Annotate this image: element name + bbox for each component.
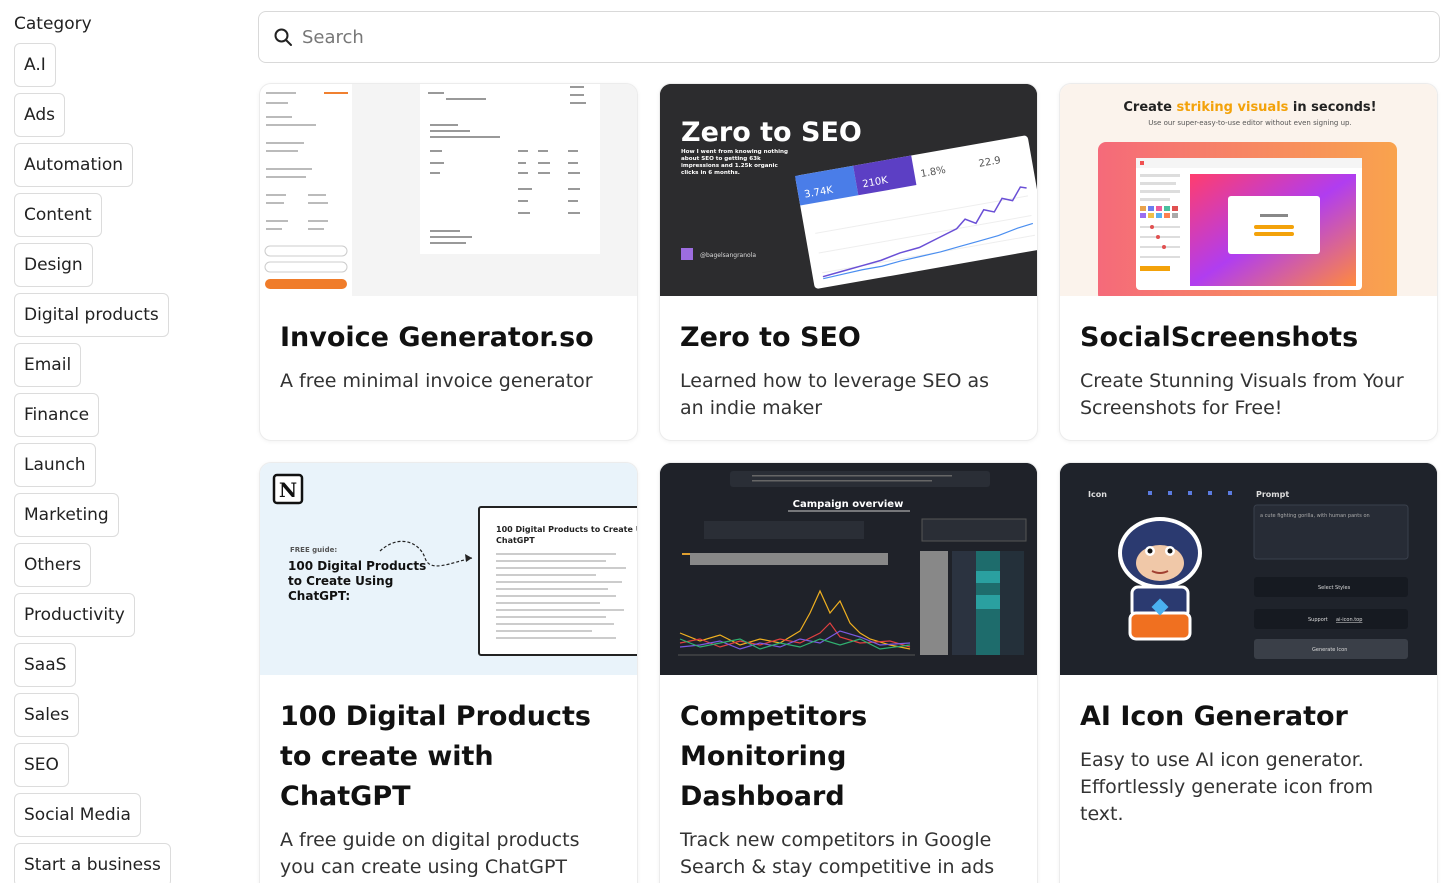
card-title: Competitors Monitoring Dashboard [680,701,868,812]
card-ai-icon-generator[interactable]: Icon Prompt a cute fighting gorilla, wit… [1059,462,1438,883]
svg-text:100 Digital Products: 100 Digital Products [288,559,426,573]
category-chip-a-i[interactable]: A.I [14,43,56,87]
card-thumbnail: Campaign overview [660,463,1037,675]
card-invoice-generator[interactable]: Invoice Generator.so A free minimal invo… [259,83,638,441]
gorilla-mascot-icon [1118,517,1202,641]
category-list: A.I Ads Automation Content Design Digital pro… [14,43,214,883]
category-chip-social-media[interactable]: Social Media [14,793,141,837]
card-description: Track new competitors in Google Search &… [680,829,995,878]
category-chip-others[interactable]: Others [14,543,92,587]
svg-text:100 Digital Products to Create: 100 Digital Products to Create Usin [496,525,637,534]
svg-text:ChatGPT:: ChatGPT: [288,589,350,603]
svg-text:FREE guide:: FREE guide: [290,546,337,554]
card-description: Learned how to leverage SEO as an indie … [680,370,990,419]
category-chip-productivity[interactable]: Productivity [14,593,135,637]
socialscreenshots-preview-image: Create striking visuals in seconds! Use … [1098,100,1397,296]
svg-text:Support: Support [1308,617,1328,623]
category-chip-digital-products[interactable]: Digital products [14,293,169,337]
card-thumbnail: Icon Prompt a cute fighting gorilla, wit… [1060,463,1437,675]
card-title: Invoice Generator.so [280,322,594,353]
card-title: 100 Digital Products to create with Chat… [280,701,591,812]
category-chip-saas[interactable]: SaaS [14,643,77,687]
svg-text:Campaign overview: Campaign overview [793,499,904,510]
card-socialscreenshots[interactable]: Create striking visuals in seconds! Use … [1059,83,1438,441]
svg-text:ai-icon.top: ai-icon.top [1336,617,1362,623]
card-100-digital-products[interactable]: N FREE guide: 100 Digital Products to Cr… [259,462,638,883]
category-chip-automation[interactable]: Automation [14,143,134,187]
category-chip-seo[interactable]: SEO [14,743,69,787]
svg-text:Icon: Icon [1088,490,1107,499]
card-title: SocialScreenshots [1080,322,1359,353]
svg-text:@bagelsangranola: @bagelsangranola [700,252,756,259]
category-chip-email[interactable]: Email [14,343,82,387]
category-chip-marketing[interactable]: Marketing [14,493,119,537]
dashboard-preview-image: Campaign overview [660,463,1037,675]
category-chip-finance[interactable]: Finance [14,393,100,437]
invoice-preview-image [260,84,637,296]
svg-text:Zero to SEO: Zero to SEO [681,117,862,148]
card-competitors-monitoring[interactable]: Campaign overview Competitors Monitoring… [659,462,1038,883]
search-icon [274,28,292,46]
category-chip-ads[interactable]: Ads [14,93,65,137]
card-thumbnail: Zero to SEO How I went from knowing noth… [660,84,1037,296]
card-description: Easy to use AI icon generator. Effortles… [1080,749,1374,825]
search-input[interactable] [302,26,1402,48]
category-heading: Category [14,14,92,34]
category-chip-launch[interactable]: Launch [14,443,96,487]
notion-logo-icon: N [272,473,304,505]
card-thumbnail [260,84,637,296]
card-title: AI Icon Generator [1080,701,1348,732]
svg-text:Prompt: Prompt [1256,490,1289,499]
svg-text:to Create Using: to Create Using [288,574,393,588]
svg-text:Generate Icon: Generate Icon [1312,647,1347,653]
category-sidebar: Category A.I Ads Automation Content Design Di… [14,12,214,883]
card-thumbnail: Create striking visuals in seconds! Use … [1060,84,1437,296]
svg-text:a cute fighting gorilla, with: a cute fighting gorilla, with human pant… [1260,513,1370,519]
card-description: Create Stunning Visuals from Your Screen… [1080,370,1404,419]
card-zero-to-seo[interactable]: Zero to SEO How I went from knowing noth… [659,83,1038,441]
seo-preview-image: Zero to SEO How I went from knowing noth… [660,84,1037,296]
ai-icon-preview-image: Icon Prompt a cute fighting gorilla, wit… [1060,463,1437,675]
digital-products-preview-image: N FREE guide: 100 Digital Products to Cr… [260,463,637,675]
category-chip-content[interactable]: Content [14,193,102,237]
card-description: A free guide on digital products you can… [280,829,580,878]
card-thumbnail: N FREE guide: 100 Digital Products to Cr… [260,463,637,675]
svg-text:How I went from knowing nothin: How I went from knowing nothing [681,149,788,155]
svg-text:N: N [279,478,297,502]
svg-text:Create striking visuals in sec: Create striking visuals in seconds! [1123,100,1376,115]
card-title: Zero to SEO [680,322,861,353]
category-chip-start-a-business[interactable]: Start a business [14,843,171,883]
svg-text:about SEO to getting 63k: about SEO to getting 63k [681,156,761,162]
svg-text:ChatGPT: ChatGPT [496,536,535,545]
svg-text:Select Styles: Select Styles [1318,585,1351,591]
svg-text:Use our super-easy-to-use edit: Use our super-easy-to-use editor without… [1148,119,1351,127]
card-description: A free minimal invoice generator [280,370,593,392]
svg-text:impressions and 1.25k organic: impressions and 1.25k organic [681,163,778,169]
search-bar[interactable] [258,11,1440,63]
category-chip-sales[interactable]: Sales [14,693,80,737]
category-chip-design[interactable]: Design [14,243,93,287]
svg-text:clicks in 6 months.: clicks in 6 months. [681,170,740,176]
